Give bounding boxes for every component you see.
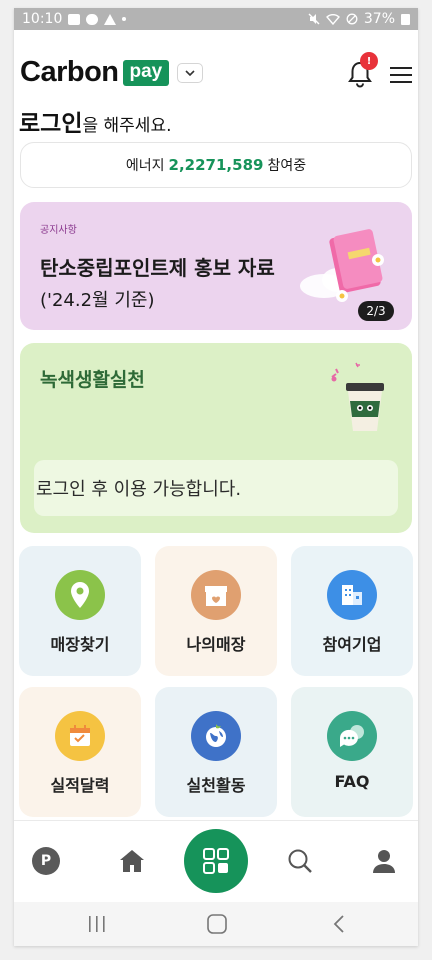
back-icon[interactable] [324, 912, 354, 936]
profile-icon[interactable] [366, 843, 402, 879]
tile-my-store[interactable]: 나의매장 [155, 546, 277, 676]
chat-bubble-icon [327, 711, 377, 761]
calendar-icon [55, 711, 105, 761]
banner-pager: 2/3 [358, 301, 394, 321]
book-illustration [300, 229, 384, 302]
tile-label: 참여기업 [322, 635, 382, 654]
tile-label: FAQ [334, 772, 370, 791]
tile-label: 나의매장 [186, 635, 246, 654]
tile-label: 실적달력 [50, 776, 110, 795]
notice-tag: 공지사항 [40, 225, 77, 236]
home-button-icon[interactable] [202, 912, 232, 936]
login-suffix: 을 해주세요. [82, 116, 172, 136]
hamburger-menu-icon[interactable] [390, 67, 412, 83]
home-icon[interactable] [114, 843, 150, 879]
store-icon [191, 570, 241, 620]
battery-level: 37% [363, 11, 395, 27]
tile-practice-activities[interactable]: 실천활동 [155, 687, 277, 817]
coffee-cup-illustration [331, 362, 384, 431]
globe-icon [191, 711, 241, 761]
app-header: Carbon pay ! [14, 48, 418, 94]
no-signal-icon [346, 13, 358, 25]
status-time: 10:10 [22, 11, 63, 27]
point-label: P [32, 847, 60, 875]
notice-subtitle: ('24.2월 기준) [40, 290, 155, 311]
brand-logo[interactable]: Carbon pay [20, 56, 204, 89]
map-pin-icon [55, 570, 105, 620]
grid-icon[interactable] [184, 829, 248, 893]
point-icon[interactable]: P [28, 843, 64, 879]
building-icon [327, 570, 377, 620]
recent-apps-icon[interactable] [82, 912, 112, 936]
green-life-title: 녹색생활실천 [40, 369, 145, 391]
tile-store-finder[interactable]: 매장찾기 [19, 546, 141, 676]
green-life-login-message[interactable]: 로그인 후 이용 가능합니다. [34, 460, 398, 516]
energy-count: 2,2271,589 [168, 156, 264, 174]
system-navigation-bar [14, 902, 418, 946]
tile-faq[interactable]: FAQ [291, 687, 413, 817]
status-bar: 10:10 37% [14, 8, 418, 30]
logo-text: Carbon [20, 56, 119, 88]
tile-participating-companies[interactable]: 참여기업 [291, 546, 413, 676]
wifi-icon [325, 14, 340, 25]
tile-performance-calendar[interactable]: 실적달력 [19, 687, 141, 817]
mute-icon [308, 13, 320, 25]
notice-title: 탄소중립포인트제 홍보 자료 [40, 256, 275, 280]
logo-badge: pay [122, 59, 170, 86]
tile-label: 실천활동 [186, 776, 246, 795]
chevron-down-icon [185, 69, 195, 76]
login-title: 로그인 [19, 111, 83, 137]
battery-icon [401, 13, 410, 25]
green-life-card: 녹색생활실천 로그인 후 이용 가능합니다. [20, 343, 412, 533]
bottom-tab-bar: P [14, 820, 418, 902]
energy-participation-card: 에너지 2,2271,589 참여중 [20, 142, 412, 188]
dot-icon [122, 17, 127, 21]
notification-badge: ! [360, 52, 378, 70]
warning-icon [104, 13, 117, 25]
search-icon[interactable] [282, 843, 318, 879]
app-screen: 10:10 37% Carbon pay ! 로그인을 해주세요. 에너지 2,… [14, 8, 418, 946]
notice-banner[interactable]: 공지사항 탄소중립포인트제 홍보 자료 ('24.2월 기준) 2/3 [20, 202, 412, 330]
energy-suffix: 참여중 [267, 158, 307, 174]
tile-label: 매장찾기 [50, 635, 110, 654]
energy-prefix: 에너지 [125, 158, 165, 174]
image-icon [68, 13, 81, 25]
message-icon [86, 13, 99, 25]
login-prompt[interactable]: 로그인을 해주세요. [19, 104, 172, 138]
service-dropdown-button[interactable] [177, 62, 204, 83]
